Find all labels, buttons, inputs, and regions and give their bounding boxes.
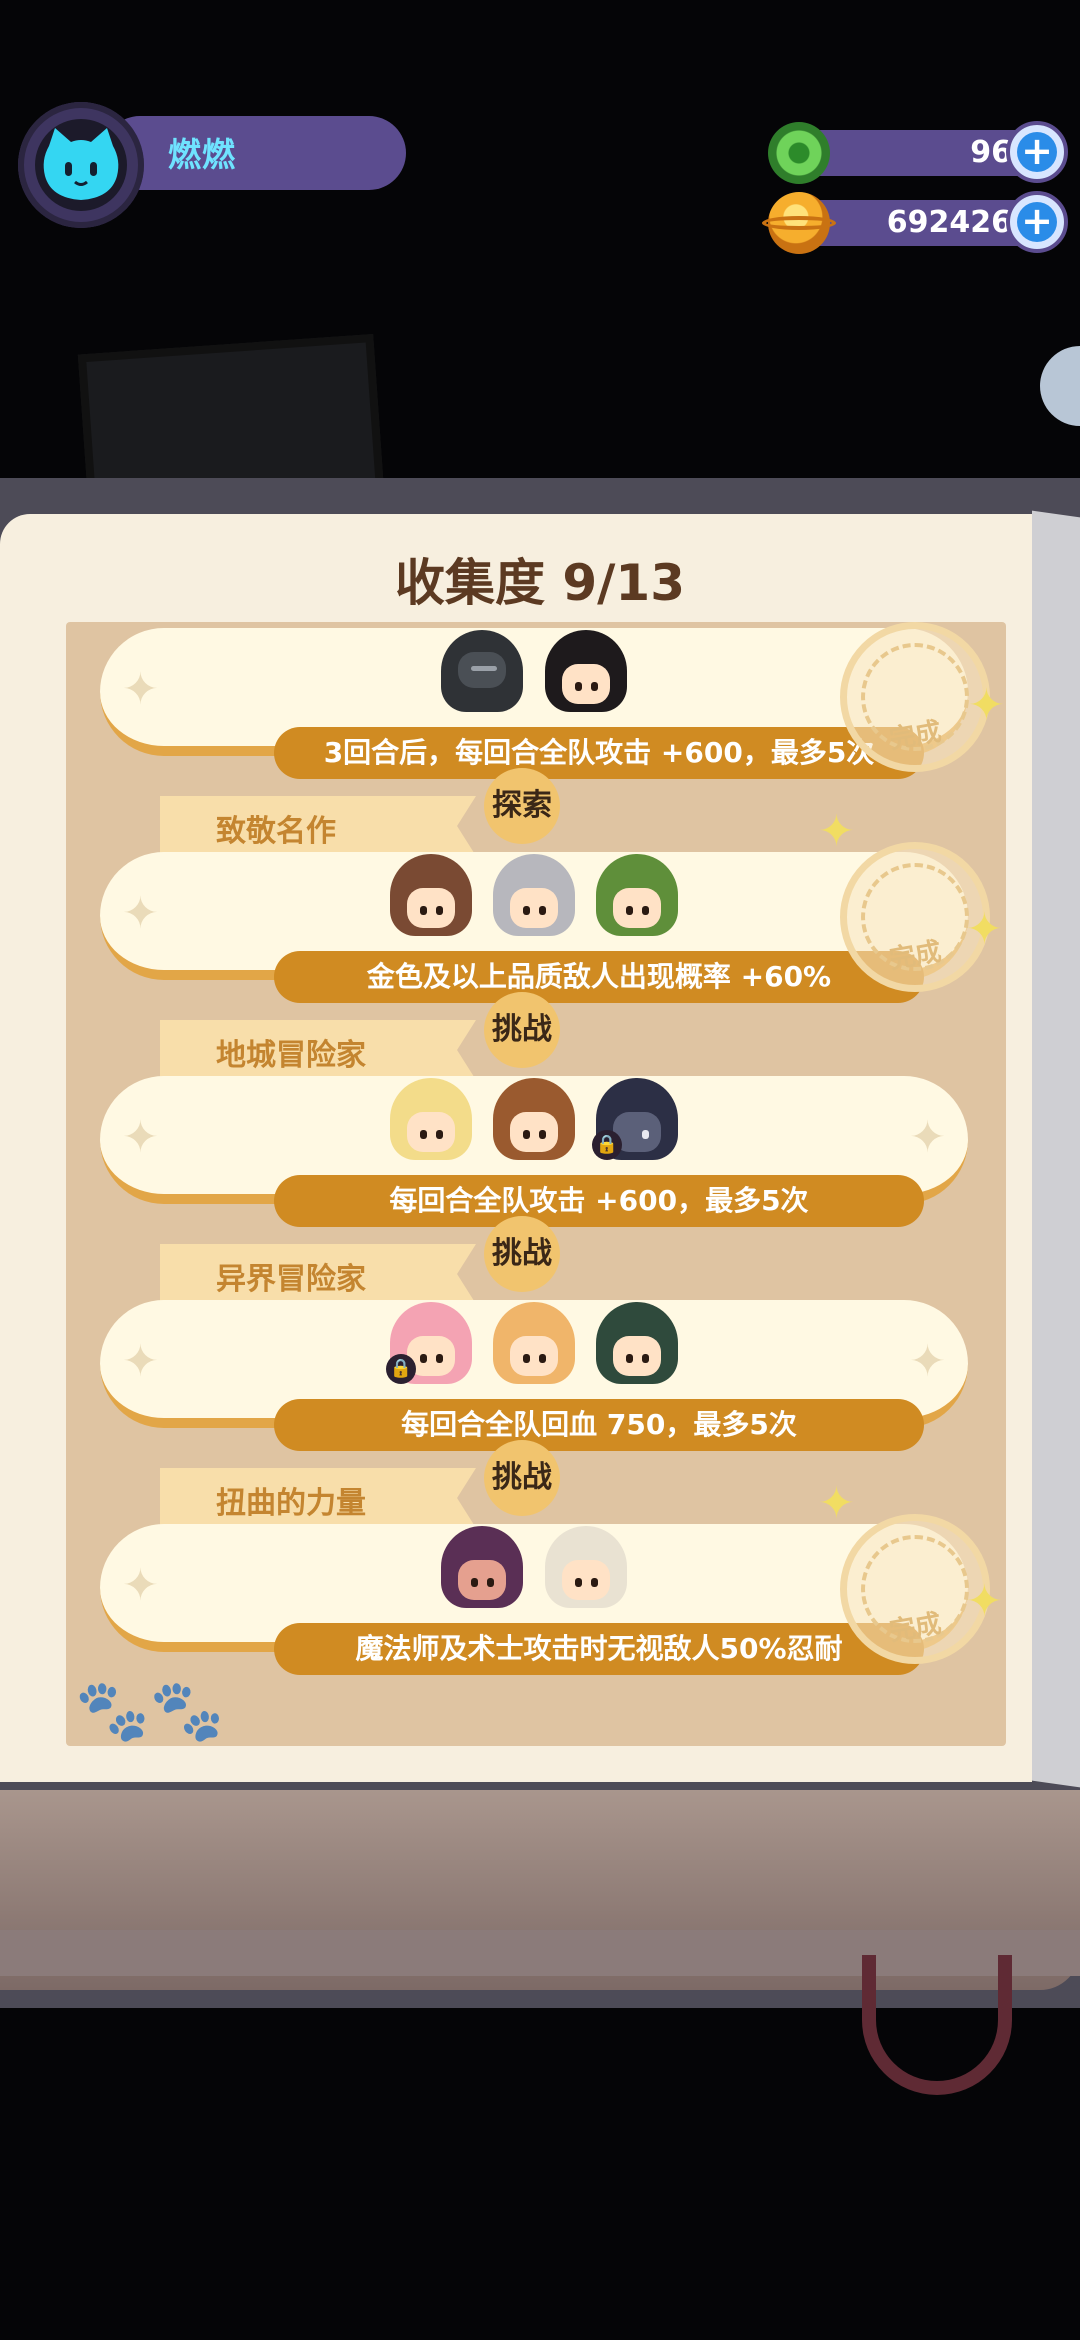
- character-portrait[interactable]: [544, 630, 627, 712]
- character-portrait[interactable]: [544, 1526, 627, 1608]
- character-portrait[interactable]: 🔒: [385, 1302, 472, 1384]
- plus-icon: +: [1017, 132, 1057, 172]
- player-profile[interactable]: 燃燃: [18, 102, 406, 228]
- avatar[interactable]: [18, 102, 144, 228]
- category-label: 扭曲的力量: [216, 1486, 366, 1521]
- category-ribbon: 地城冒险家: [160, 1020, 476, 1080]
- character-portrait[interactable]: [596, 854, 679, 936]
- type-tag: 挑战: [484, 992, 560, 1068]
- lock-icon: 🔒: [592, 1130, 623, 1160]
- category-label: 致敬名作: [216, 814, 336, 849]
- type-tag: 挑战: [484, 1216, 560, 1292]
- sparkle-icon: ✦: [818, 806, 855, 857]
- sparkle-icon: ✦: [968, 680, 1005, 731]
- plus-icon: +: [1017, 202, 1057, 242]
- character-row: 🔒: [100, 1302, 968, 1396]
- character-portrait[interactable]: [596, 1302, 679, 1384]
- coin-value: 692426: [886, 205, 1012, 240]
- bonus-description: 每回合全队回血 750，最多5次: [274, 1399, 924, 1451]
- lock-icon: 🔒: [385, 1354, 416, 1384]
- side-tab-button[interactable]: [1040, 346, 1080, 426]
- character-row: [100, 630, 968, 724]
- bonus-description: 每回合全队攻击 +600，最多5次: [274, 1175, 924, 1227]
- category-label: 异界冒险家: [216, 1262, 366, 1297]
- character-portrait[interactable]: [441, 630, 524, 712]
- coin-counter: 692426 +: [762, 191, 1068, 254]
- character-portrait[interactable]: [389, 1078, 472, 1160]
- cat-avatar-icon: [43, 128, 119, 200]
- character-row: [100, 854, 968, 948]
- gem-icon: [768, 122, 830, 184]
- character-portrait[interactable]: [493, 854, 575, 936]
- category-label: 地城冒险家: [216, 1038, 366, 1073]
- character-portrait[interactable]: [493, 1078, 575, 1160]
- cat-watermark-icon: 🐾🐾: [75, 1676, 225, 1746]
- character-row: 🔒: [100, 1078, 968, 1172]
- category-ribbon: 致敬名作: [160, 796, 476, 856]
- player-name: 燃燃: [168, 135, 236, 174]
- collection-entry[interactable]: ✦ ✦ 🔒 每回合全队回血 750，最多5次: [100, 1300, 968, 1451]
- collection-title: 收集度 9/13: [394, 554, 686, 612]
- category-ribbon: 异界冒险家: [160, 1244, 476, 1304]
- add-gems-button[interactable]: +: [1006, 121, 1068, 183]
- bookmark-ribbon: [862, 1955, 1012, 2095]
- add-coins-button[interactable]: +: [1006, 191, 1068, 253]
- sparkle-icon: ✦: [966, 904, 1003, 955]
- name-bar: [103, 116, 406, 190]
- bonus-description: 金色及以上品质敌人出现概率 +60%: [274, 951, 924, 1003]
- sparkle-icon: ✦: [966, 1576, 1003, 1627]
- character-portrait[interactable]: [389, 854, 472, 936]
- book-page-edge: [1032, 510, 1080, 1788]
- collection-entry[interactable]: ✦ 金色及以上品质敌人出现概率 +60%: [100, 852, 968, 1003]
- character-portrait[interactable]: [441, 1526, 524, 1608]
- type-tag: 探索: [484, 768, 560, 844]
- gem-counter: 96 +: [768, 121, 1068, 184]
- character-row: [100, 1526, 968, 1620]
- sparkle-icon: ✦: [818, 1478, 855, 1529]
- collection-entry[interactable]: ✦ 3回合后，每回合全队攻击 +600，最多5次: [100, 628, 968, 779]
- collection-entry[interactable]: ✦ ✦ 🔒 每回合全队攻击 +600，最多5次: [100, 1076, 968, 1227]
- bonus-description: 魔法师及术士攻击时无视敌人50%忍耐: [274, 1623, 924, 1675]
- character-portrait[interactable]: 🔒: [592, 1078, 679, 1160]
- type-tag: 挑战: [484, 1440, 560, 1516]
- coin-planet-icon: [762, 192, 836, 254]
- category-ribbon: 扭曲的力量: [160, 1468, 476, 1528]
- character-portrait[interactable]: [493, 1302, 575, 1384]
- bonus-description: 3回合后，每回合全队攻击 +600，最多5次: [274, 727, 924, 779]
- collection-entry[interactable]: ✦ 魔法师及术士攻击时无视敌人50%忍耐: [100, 1524, 968, 1675]
